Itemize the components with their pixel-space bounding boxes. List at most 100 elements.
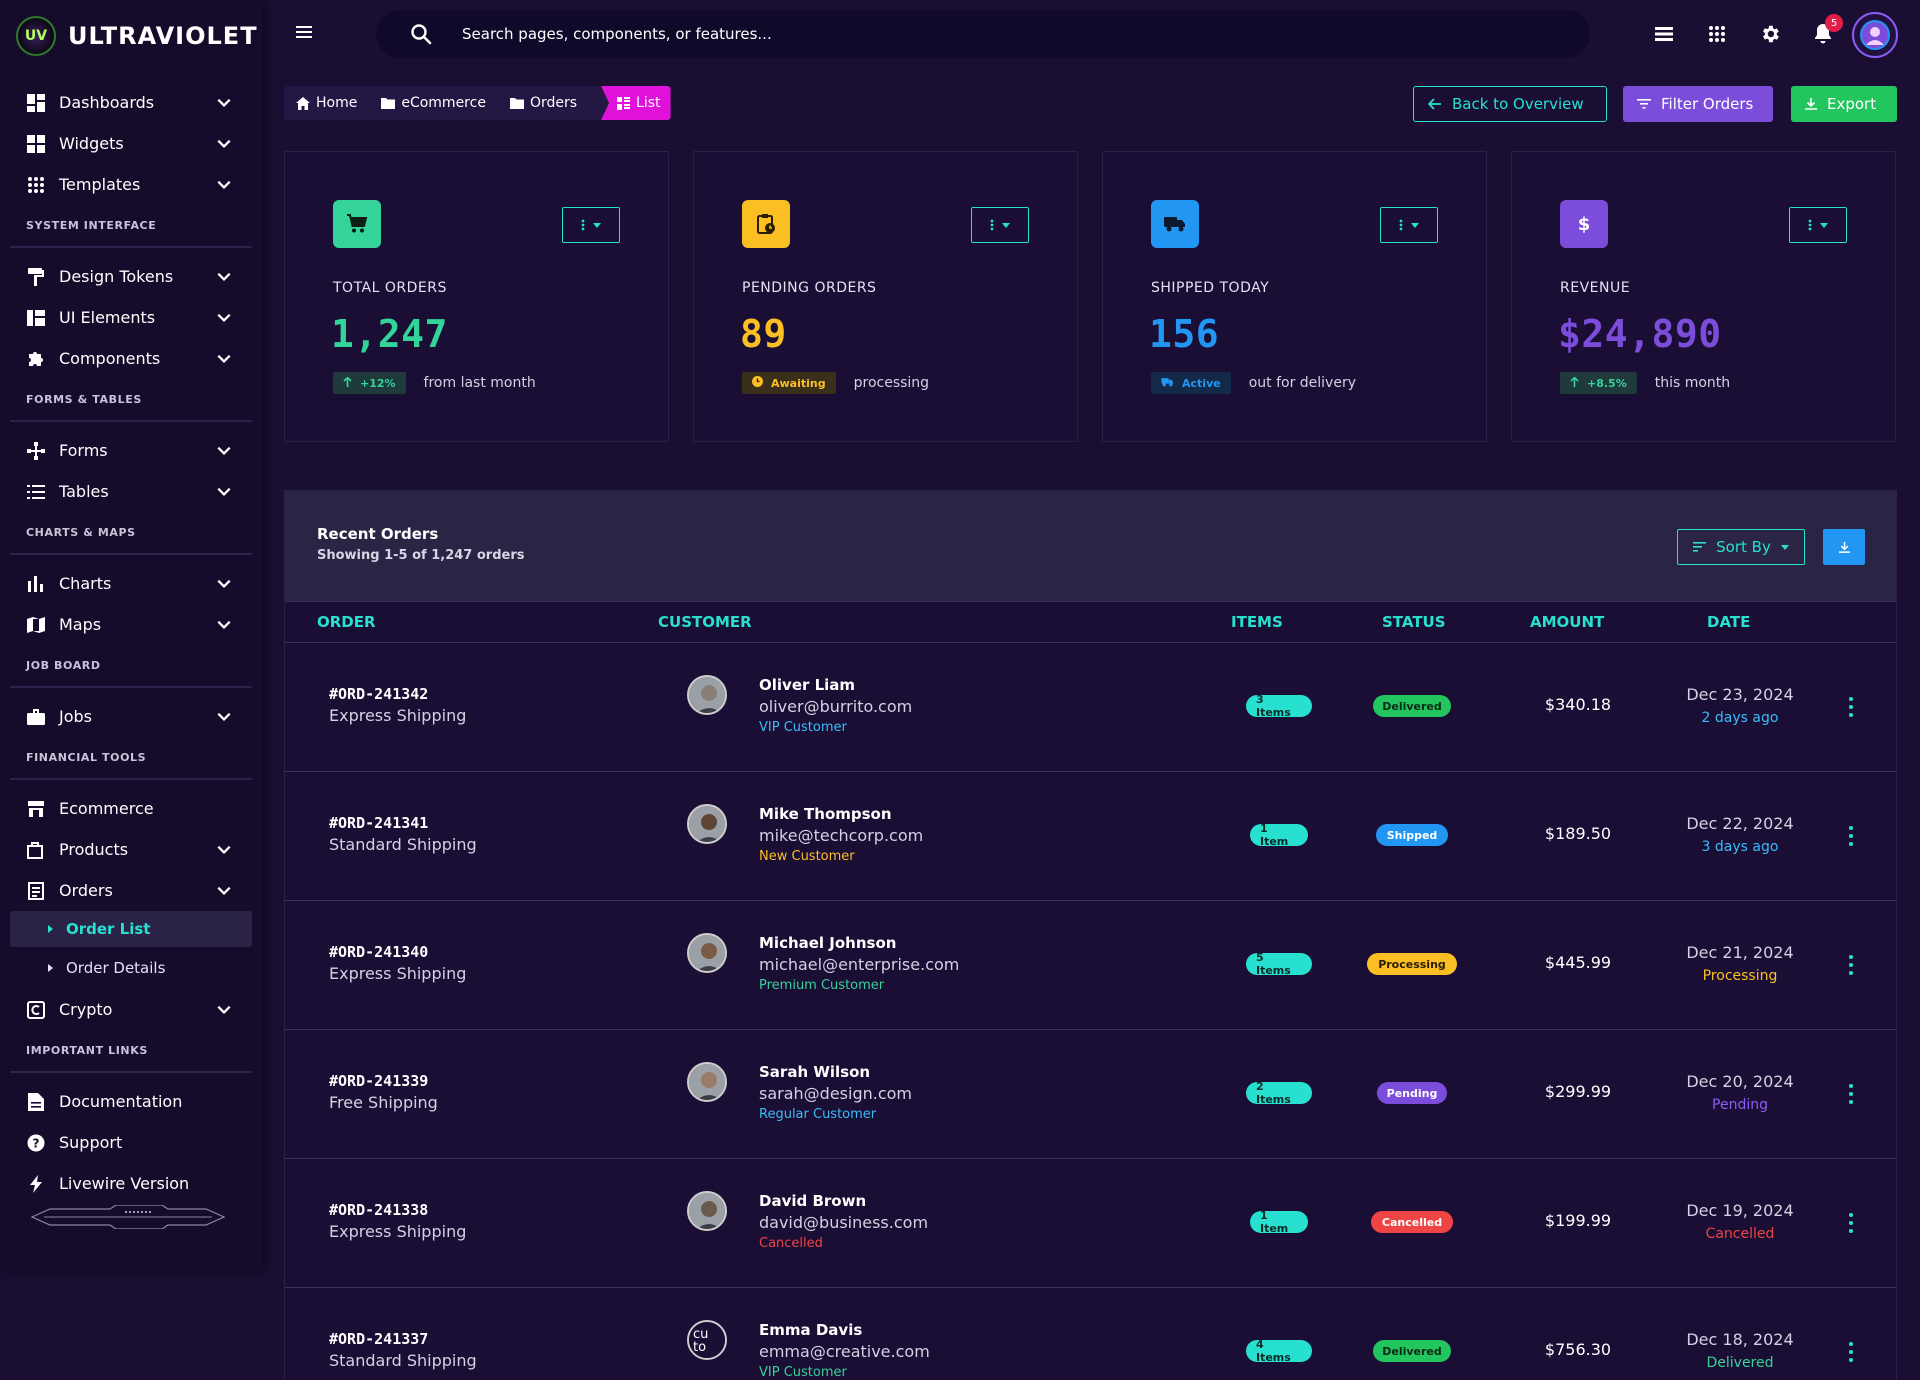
shipping-method: Express Shipping	[329, 964, 467, 983]
search-bar[interactable]	[376, 10, 1590, 58]
sidebar-item-label: Orders	[59, 881, 113, 900]
sidebar-item-livewire-version[interactable]: Livewire Version	[10, 1163, 252, 1204]
order-id[interactable]: #ORD-241338	[329, 1201, 428, 1219]
order-amount: $199.99	[1544, 1211, 1612, 1230]
stat-value: 89	[740, 312, 787, 356]
kebab-menu-icon	[1808, 219, 1812, 231]
order-id[interactable]: #ORD-241337	[329, 1330, 428, 1348]
sidebar-item-tables[interactable]: Tables	[10, 471, 252, 512]
kebab-menu-icon	[990, 219, 994, 231]
row-actions-kebab-icon[interactable]	[1843, 1213, 1859, 1233]
sort-icon	[1693, 542, 1707, 552]
stat-badge: +12%	[333, 372, 406, 394]
user-avatar[interactable]	[1852, 12, 1898, 58]
breadcrumb-ecommerce[interactable]: eCommerce	[381, 95, 486, 111]
sidebar-item-support[interactable]: ? Support	[10, 1122, 252, 1163]
layers-icon[interactable]	[1652, 22, 1676, 46]
order-id[interactable]: #ORD-241339	[329, 1072, 428, 1090]
table-row[interactable]: #ORD-241340 Express Shipping Michael Joh…	[285, 901, 1896, 1030]
row-actions-kebab-icon[interactable]	[1843, 1342, 1859, 1362]
column-header-order[interactable]: ORDER	[317, 613, 376, 631]
table-row[interactable]: #ORD-241342 Express Shipping Oliver Liam…	[285, 643, 1896, 772]
sidebar-section-heading: IMPORTANT LINKS	[10, 1030, 252, 1073]
export-button[interactable]: Export	[1791, 86, 1897, 122]
notification-bell-icon[interactable]: 5	[1811, 14, 1843, 46]
menu-toggle-icon[interactable]	[296, 24, 312, 43]
apps-grid-icon[interactable]	[1705, 22, 1729, 46]
export-button-label: Export	[1827, 95, 1877, 113]
stat-value: $24,890	[1558, 312, 1722, 356]
column-header-date[interactable]: DATE	[1707, 613, 1750, 631]
customer-type: Premium Customer	[759, 978, 885, 993]
sidebar-item-charts[interactable]: Charts	[10, 563, 252, 604]
caret-down-icon	[593, 222, 601, 228]
sidebar-item-dashboards[interactable]: Dashboards	[10, 82, 252, 123]
stat-badge-text: Active	[1182, 376, 1221, 390]
sidebar-item-maps[interactable]: Maps	[10, 604, 252, 645]
sidebar-subitem-order-details[interactable]: Order Details	[10, 950, 252, 986]
row-actions-kebab-icon[interactable]	[1843, 826, 1859, 846]
stat-card-total-orders: TOTAL ORDERS 1,247 +12% from last month	[284, 151, 669, 442]
row-actions-kebab-icon[interactable]	[1843, 955, 1859, 975]
sidebar-section-heading: SYSTEM INTERFACE	[10, 205, 252, 248]
sidebar-item-label: Crypto	[59, 1000, 113, 1019]
puzzle-icon	[26, 349, 46, 369]
order-id[interactable]: #ORD-241341	[329, 814, 428, 832]
sidebar-item-ecommerce[interactable]: Ecommerce	[10, 788, 252, 829]
sidebar-item-label: Products	[59, 840, 129, 859]
sidebar-section-heading: JOB BOARD	[10, 645, 252, 688]
table-row[interactable]: #ORD-241341 Standard Shipping Mike Thomp…	[285, 772, 1896, 901]
card-menu-button[interactable]	[562, 207, 620, 243]
settings-gear-icon[interactable]	[1758, 22, 1782, 46]
svg-text:$: $	[1578, 214, 1591, 235]
order-date: Dec 21, 2024	[1686, 943, 1794, 962]
sidebar-item-orders[interactable]: Orders	[10, 870, 252, 911]
table-row[interactable]: #ORD-241337 Standard Shipping cu to Emma…	[285, 1288, 1896, 1380]
sidebar-item-jobs[interactable]: Jobs	[10, 696, 252, 737]
column-header-customer[interactable]: CUSTOMER	[658, 613, 752, 631]
recent-orders-panel: Recent Orders Showing 1-5 of 1,247 order…	[284, 490, 1897, 1380]
cart-icon	[333, 200, 381, 248]
order-date: Dec 19, 2024	[1686, 1201, 1794, 1220]
card-menu-button[interactable]	[1380, 207, 1438, 243]
order-id[interactable]: #ORD-241340	[329, 943, 428, 961]
customer-name: Oliver Liam	[759, 676, 856, 694]
card-menu-button[interactable]	[971, 207, 1029, 243]
table-row[interactable]: #ORD-241339 Free Shipping Sarah Wilson s…	[285, 1030, 1896, 1159]
brand[interactable]: UV ULTRAVIOLET	[0, 0, 262, 72]
caret-right-icon	[48, 964, 53, 972]
table-row[interactable]: #ORD-241338 Express Shipping David Brown…	[285, 1159, 1896, 1288]
sidebar-item-widgets[interactable]: Widgets	[10, 123, 252, 164]
filter-orders-button[interactable]: Filter Orders	[1623, 86, 1773, 122]
breadcrumb-home[interactable]: Home	[296, 95, 357, 111]
panel-title: Recent Orders	[317, 525, 439, 543]
customer-type: Cancelled	[759, 1236, 823, 1251]
sidebar-item-documentation[interactable]: Documentation	[10, 1081, 252, 1122]
column-header-status[interactable]: STATUS	[1382, 613, 1446, 631]
card-menu-button[interactable]	[1789, 207, 1847, 243]
column-header-items[interactable]: ITEMS	[1231, 613, 1283, 631]
sort-by-button[interactable]: Sort By	[1677, 529, 1805, 565]
search-input[interactable]	[462, 25, 1462, 43]
back-to-overview-button[interactable]: Back to Overview	[1413, 86, 1607, 122]
customer-email: oliver@burrito.com	[759, 697, 913, 716]
sidebar-item-products[interactable]: Products	[10, 829, 252, 870]
sidebar-item-ui-elements[interactable]: UI Elements	[10, 297, 252, 338]
stat-badge-text: +8.5%	[1587, 376, 1627, 390]
sidebar-item-templates[interactable]: Templates	[10, 164, 252, 205]
order-id[interactable]: #ORD-241342	[329, 685, 428, 703]
column-header-amount[interactable]: AMOUNT	[1530, 613, 1604, 631]
breadcrumb-orders[interactable]: Orders	[509, 95, 577, 111]
download-button[interactable]	[1823, 529, 1865, 565]
sidebar-item-label: Forms	[59, 441, 108, 460]
sidebar-subitem-order-list[interactable]: Order List	[10, 911, 252, 947]
sidebar-item-forms[interactable]: Forms	[10, 430, 252, 471]
row-actions-kebab-icon[interactable]	[1843, 697, 1859, 717]
order-relative-status: Pending	[1712, 1097, 1768, 1113]
sidebar-item-components[interactable]: Components	[10, 338, 252, 379]
stat-badge-text: Awaiting	[771, 376, 826, 390]
sidebar-item-crypto[interactable]: Crypto	[10, 989, 252, 1030]
back-button-label: Back to Overview	[1452, 95, 1584, 113]
row-actions-kebab-icon[interactable]	[1843, 1084, 1859, 1104]
sidebar-item-design-tokens[interactable]: Design Tokens	[10, 256, 252, 297]
